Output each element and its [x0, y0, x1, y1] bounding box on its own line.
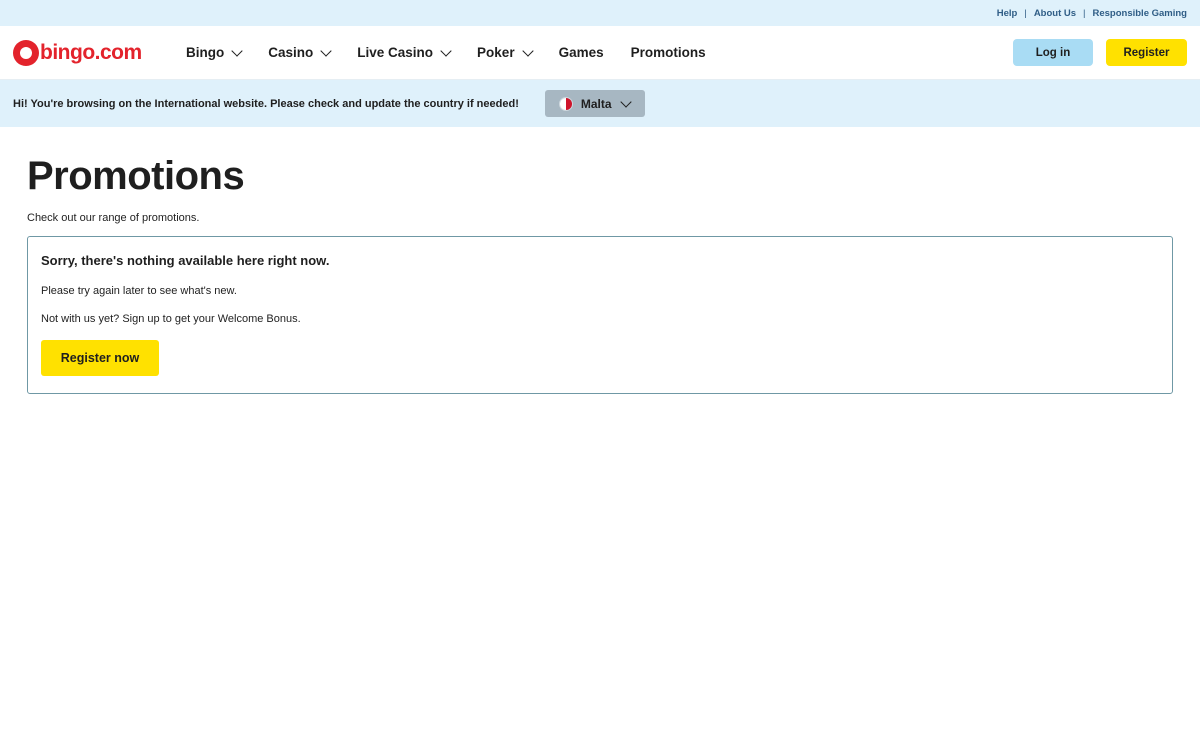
register-button[interactable]: Register	[1106, 39, 1187, 66]
page-title: Promotions	[27, 154, 245, 198]
login-button[interactable]: Log in	[1013, 39, 1093, 66]
nav-item-label: Live Casino	[357, 45, 434, 60]
nav-item-promotions[interactable]: Promotions	[631, 45, 706, 60]
notice-signup-text: Not with us yet? Sign up to get your Wel…	[41, 313, 301, 325]
logo-text: bingo.com	[40, 40, 142, 64]
notice-heading: Sorry, there's nothing available here ri…	[41, 253, 330, 268]
main-nav: Bingo Casino Live Casino Poker Games Pro…	[186, 44, 733, 60]
bingo-ball-icon	[13, 39, 39, 66]
header-actions: Log in Register	[1013, 39, 1187, 66]
malta-flag-icon	[558, 96, 573, 111]
page-subtitle: Check out our range of promotions.	[27, 212, 200, 224]
main-content: Promotions Check out our range of promot…	[0, 127, 1200, 394]
separator: |	[1083, 7, 1086, 19]
empty-promotions-notice: Sorry, there's nothing available here ri…	[27, 236, 1173, 394]
nav-item-label: Games	[558, 45, 604, 60]
nav-item-casino[interactable]: Casino	[268, 44, 332, 60]
separator: |	[1024, 7, 1027, 19]
country-banner: Hi! You're browsing on the International…	[0, 80, 1200, 127]
chevron-down-icon	[619, 95, 632, 108]
chevron-down-icon	[231, 44, 243, 57]
register-now-button[interactable]: Register now	[41, 340, 159, 376]
country-selector[interactable]: Malta	[544, 90, 645, 117]
nav-item-games[interactable]: Games	[559, 45, 604, 60]
responsible-gaming-link[interactable]: Responsible Gaming	[1093, 8, 1188, 19]
country-name: Malta	[580, 96, 612, 111]
nav-item-label: Poker	[477, 45, 515, 60]
help-link[interactable]: Help	[997, 8, 1018, 19]
chevron-down-icon	[521, 44, 534, 57]
chevron-down-icon	[440, 44, 452, 57]
chevron-down-icon	[320, 44, 332, 57]
logo[interactable]: bingo.com	[13, 39, 186, 66]
nav-item-label: Casino	[268, 45, 314, 60]
banner-message: Hi! You're browsing on the International…	[13, 97, 519, 110]
site-header: bingo.com Bingo Casino Live Casino Poker…	[0, 26, 1200, 80]
about-us-link[interactable]: About Us	[1034, 8, 1076, 19]
utility-bar: Help | About Us | Responsible Gaming	[0, 0, 1200, 26]
nav-item-live-casino[interactable]: Live Casino	[357, 44, 452, 60]
nav-item-label: Promotions	[630, 45, 706, 60]
nav-item-poker[interactable]: Poker	[477, 44, 534, 60]
nav-item-bingo[interactable]: Bingo	[186, 44, 243, 60]
notice-retry-text: Please try again later to see what's new…	[41, 285, 237, 297]
nav-item-label: Bingo	[186, 45, 225, 60]
